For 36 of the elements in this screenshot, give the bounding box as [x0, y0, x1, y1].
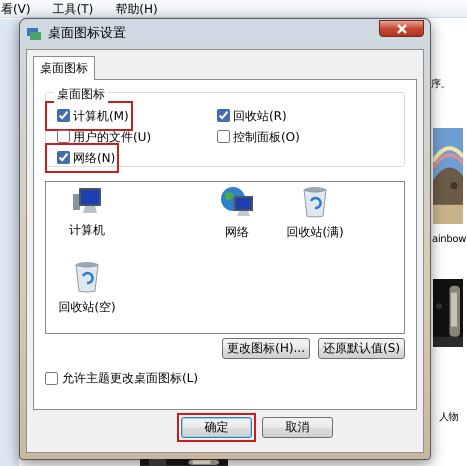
background-text: 人物 — [439, 411, 458, 425]
cancel-button[interactable]: 取消 — [262, 417, 333, 438]
group-title: 桌面图标 — [54, 85, 108, 103]
tab[interactable]: 桌面图标 — [33, 56, 95, 80]
menu-item[interactable]: 帮助(H) — [115, 0, 158, 18]
checkbox[interactable] — [57, 109, 70, 122]
recycle-bin-icon — [302, 186, 328, 218]
close-button[interactable] — [379, 20, 424, 37]
checkbox[interactable] — [45, 372, 58, 384]
menu-item[interactable]: 工具(T) — [52, 0, 94, 18]
checkbox-label[interactable]: 回收站(R) — [233, 106, 287, 124]
icon-label[interactable]: 网络 — [225, 223, 249, 241]
checkbox[interactable] — [217, 130, 230, 143]
icon-label[interactable]: 计算机 — [69, 221, 105, 239]
checkbox[interactable] — [57, 151, 70, 164]
icon-label[interactable]: 回收站(满) — [286, 223, 344, 241]
action-button[interactable]: 更改图标(H)... — [222, 338, 310, 359]
checkbox[interactable] — [57, 130, 70, 143]
menu-item[interactable]: 看(V) — [1, 0, 31, 18]
background-text: ainbow — [432, 233, 466, 247]
close-icon — [396, 24, 408, 34]
checkbox-label[interactable]: 计算机(M) — [73, 106, 129, 124]
globe-monitor-icon — [220, 186, 254, 218]
checkbox[interactable] — [217, 109, 230, 122]
checkbox-label[interactable]: 用户的文件(U) — [73, 128, 152, 146]
computer-icon — [71, 186, 103, 216]
app-icon — [26, 27, 42, 41]
ok-button[interactable]: 确定 — [181, 417, 252, 438]
action-button[interactable]: 还原默认值(S) — [318, 338, 405, 359]
checkbox-label[interactable]: 网络(N) — [73, 148, 116, 166]
checkbox-label[interactable]: 允许主题更改桌面图标(L) — [62, 369, 198, 387]
window-title: 桌面图标设置 — [48, 25, 126, 44]
recycle-bin-icon — [74, 261, 100, 293]
icon-label[interactable]: 回收站(空) — [58, 298, 116, 316]
background-text: 序。 — [431, 78, 450, 92]
checkbox-label[interactable]: 控制面板(O) — [233, 128, 300, 146]
